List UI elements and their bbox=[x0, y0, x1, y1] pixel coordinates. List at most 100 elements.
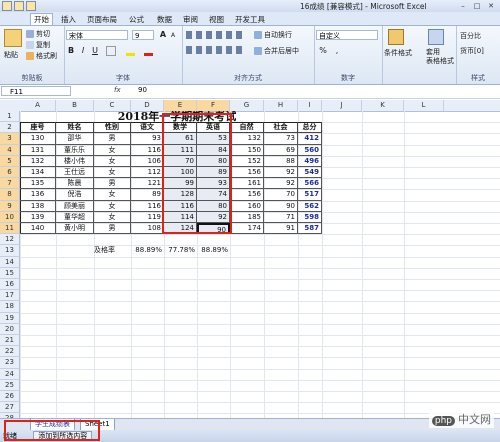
table-cell[interactable]: 女 bbox=[94, 144, 131, 156]
table-cell[interactable]: 174 bbox=[230, 223, 264, 235]
table-header-cell[interactable]: 座号 bbox=[20, 122, 56, 134]
table-cell[interactable]: 161 bbox=[230, 178, 264, 190]
tab-page-layout[interactable]: 页面布局 bbox=[84, 14, 120, 25]
table-cell[interactable]: 152 bbox=[230, 155, 264, 167]
table-cell[interactable]: 黄小明 bbox=[56, 223, 94, 235]
table-cell[interactable]: 587 bbox=[298, 223, 322, 235]
redo-icon[interactable] bbox=[26, 1, 36, 11]
border-icon[interactable] bbox=[106, 46, 116, 56]
row-header-16[interactable]: 16 bbox=[0, 279, 20, 291]
name-box[interactable]: F11 bbox=[1, 86, 71, 96]
column-header-I[interactable]: I bbox=[298, 100, 322, 111]
table-cell[interactable]: 91 bbox=[264, 223, 298, 235]
worksheet-grid[interactable]: A B C D E F G H I J K L 1 2 3 4 5 6 7 8 9 10 11 12 13 14 15 16 17 18 1… bbox=[0, 100, 500, 418]
table-cell[interactable]: 150 bbox=[230, 144, 264, 156]
row-header-12[interactable]: 12 bbox=[0, 234, 20, 246]
table-cell[interactable]: 140 bbox=[20, 223, 56, 235]
table-cell[interactable]: 男 bbox=[94, 223, 131, 235]
row-header-3[interactable]: 3 bbox=[0, 133, 20, 145]
table-cell[interactable]: 男 bbox=[94, 133, 131, 145]
format-as-table-button[interactable]: 套用 表格格式 bbox=[426, 48, 454, 66]
table-cell[interactable]: 92 bbox=[264, 178, 298, 190]
column-header-H[interactable]: H bbox=[264, 100, 298, 111]
table-cell[interactable]: 女 bbox=[94, 200, 131, 212]
shrink-font-button[interactable]: A bbox=[168, 31, 178, 41]
row-header-8[interactable]: 8 bbox=[0, 189, 20, 201]
table-cell[interactable]: 90 bbox=[264, 200, 298, 212]
fx-icon[interactable]: fx bbox=[114, 86, 121, 94]
table-cell[interactable]: 517 bbox=[298, 189, 322, 201]
row-header-25[interactable]: 25 bbox=[0, 379, 20, 391]
row-header-17[interactable]: 17 bbox=[0, 290, 20, 302]
table-cell[interactable]: 116 bbox=[131, 144, 164, 156]
table-cell[interactable]: 138 bbox=[20, 200, 56, 212]
close-button[interactable]: ✕ bbox=[484, 2, 498, 11]
row-header-14[interactable]: 14 bbox=[0, 256, 20, 268]
row-header-7[interactable]: 7 bbox=[0, 178, 20, 190]
style-percent[interactable]: 百分比 bbox=[460, 31, 481, 41]
table-cell[interactable]: 男 bbox=[94, 178, 131, 190]
tab-developer[interactable]: 开发工具 bbox=[232, 14, 268, 25]
paste-button[interactable]: 粘贴 bbox=[4, 50, 18, 60]
table-cell[interactable]: 136 bbox=[20, 189, 56, 201]
font-name-select[interactable]: 宋体 bbox=[66, 30, 128, 40]
row-header-2[interactable]: 2 bbox=[0, 122, 20, 134]
table-cell[interactable]: 73 bbox=[264, 133, 298, 145]
table-cell[interactable]: 156 bbox=[230, 167, 264, 179]
row-header-19[interactable]: 19 bbox=[0, 312, 20, 324]
table-cell[interactable]: 135 bbox=[20, 178, 56, 190]
pass-rate-value[interactable]: 77.78% bbox=[164, 245, 197, 256]
row-header-10[interactable]: 10 bbox=[0, 211, 20, 223]
table-cell[interactable]: 134 bbox=[20, 167, 56, 179]
table-cell[interactable]: 71 bbox=[264, 211, 298, 223]
italic-button[interactable]: I bbox=[78, 46, 88, 56]
table-cell[interactable]: 88 bbox=[264, 155, 298, 167]
table-cell[interactable]: 106 bbox=[131, 155, 164, 167]
column-header-D[interactable]: D bbox=[131, 100, 164, 111]
conditional-format-button[interactable]: 条件格式 bbox=[384, 48, 412, 58]
cut-button[interactable]: 剪切 bbox=[26, 29, 50, 39]
table-cell[interactable]: 116 bbox=[131, 200, 164, 212]
table-cell[interactable]: 131 bbox=[20, 144, 56, 156]
table-cell[interactable]: 女 bbox=[94, 189, 131, 201]
table-cell[interactable]: 邵华 bbox=[56, 133, 94, 145]
column-header-G[interactable]: G bbox=[230, 100, 264, 111]
maximize-button[interactable]: □ bbox=[470, 2, 484, 11]
table-cell[interactable]: 566 bbox=[298, 178, 322, 190]
tab-formulas[interactable]: 公式 bbox=[126, 14, 147, 25]
column-header-A[interactable]: A bbox=[20, 100, 56, 111]
align-left-icon[interactable] bbox=[186, 46, 246, 54]
table-cell[interactable]: 598 bbox=[298, 211, 322, 223]
table-cell[interactable]: 112 bbox=[131, 167, 164, 179]
tab-insert[interactable]: 插入 bbox=[58, 14, 79, 25]
save-icon[interactable] bbox=[2, 1, 12, 11]
tab-review[interactable]: 审阅 bbox=[180, 14, 201, 25]
row-header-21[interactable]: 21 bbox=[0, 335, 20, 347]
column-header-F[interactable]: F bbox=[197, 100, 230, 111]
table-cell[interactable]: 倪浩 bbox=[56, 189, 94, 201]
font-size-select[interactable]: 9 bbox=[132, 30, 154, 40]
table-cell[interactable]: 156 bbox=[230, 189, 264, 201]
style-currency[interactable]: 货币[0] bbox=[460, 46, 484, 56]
table-cell[interactable]: 楼小伟 bbox=[56, 155, 94, 167]
row-header-1[interactable]: 1 bbox=[0, 111, 20, 123]
row-header-22[interactable]: 22 bbox=[0, 346, 20, 358]
table-cell[interactable]: 121 bbox=[131, 178, 164, 190]
table-cell[interactable]: 69 bbox=[264, 144, 298, 156]
row-header-26[interactable]: 26 bbox=[0, 391, 20, 403]
table-cell[interactable]: 132 bbox=[230, 133, 264, 145]
underline-button[interactable]: U bbox=[90, 46, 100, 56]
table-header-cell[interactable]: 自然 bbox=[230, 122, 264, 134]
table-cell[interactable]: 70 bbox=[264, 189, 298, 201]
column-header-B[interactable]: B bbox=[56, 100, 94, 111]
table-header-cell[interactable]: 总分 bbox=[298, 122, 322, 134]
pass-rate-value[interactable]: 88.89% bbox=[197, 245, 230, 256]
grow-font-button[interactable]: A bbox=[158, 30, 168, 40]
paste-icon[interactable] bbox=[4, 29, 22, 47]
row-header-9[interactable]: 9 bbox=[0, 200, 20, 212]
table-cell[interactable]: 119 bbox=[131, 211, 164, 223]
row-header-20[interactable]: 20 bbox=[0, 323, 20, 335]
table-cell[interactable]: 160 bbox=[230, 200, 264, 212]
table-cell[interactable]: 陈晨 bbox=[56, 178, 94, 190]
table-header-cell[interactable]: 姓名 bbox=[56, 122, 94, 134]
